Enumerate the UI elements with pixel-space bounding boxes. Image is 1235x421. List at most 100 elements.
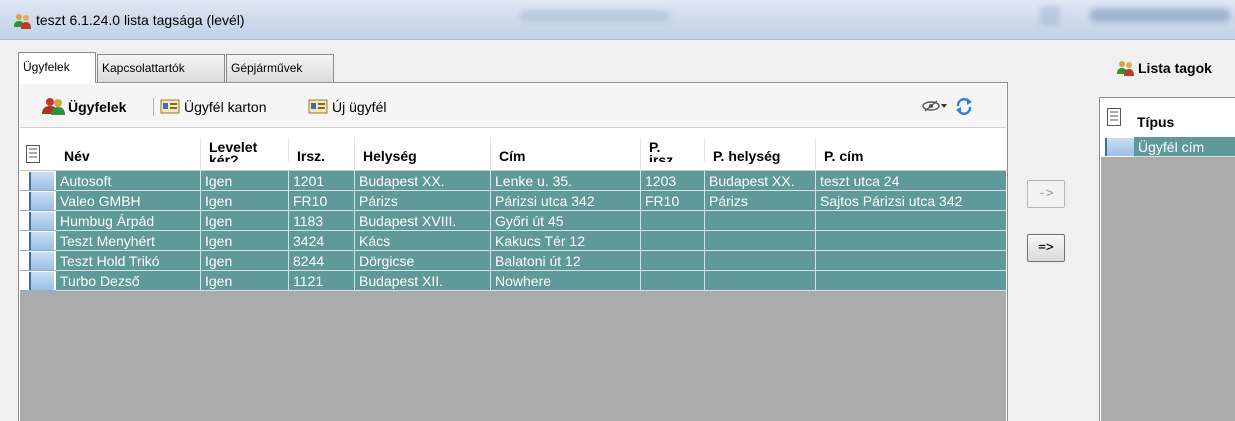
cell-p-irsz <box>641 271 705 291</box>
cell-p-helyseg <box>705 251 816 271</box>
list-members-title: Lista tagok <box>1138 60 1212 76</box>
row-selector[interactable] <box>20 271 56 291</box>
cell-nev: Turbo Dezső <box>56 271 201 291</box>
toolbar-title: Ügyfelek <box>68 99 127 115</box>
row-selector[interactable] <box>20 171 56 191</box>
row-selector[interactable] <box>20 231 56 251</box>
cell-levelet-ker: Igen <box>201 191 289 211</box>
cell-cim: Győri út 45 <box>491 211 641 231</box>
cell-p-irsz <box>641 211 705 231</box>
table-row[interactable]: Teszt Menyhért Igen 3424 Kács Kakucs Tér 12 <box>20 231 1006 251</box>
cell-cim: Nowhere <box>491 271 641 291</box>
toolbar: Ügyfelek Ügyfél karton Új ügyfél <box>20 84 1006 128</box>
eye-dropdown-icon[interactable] <box>922 97 948 115</box>
cell-p-cim <box>816 271 1006 291</box>
cell-irsz: 1183 <box>289 211 355 231</box>
tab-label: Ügyfelek <box>23 60 70 74</box>
cell-helyseg: Párizs <box>355 191 491 211</box>
column-header-irsz[interactable]: Irsz. <box>289 138 355 171</box>
cell-p-helyseg <box>705 231 816 251</box>
cell-p-helyseg <box>705 271 816 291</box>
row-selector[interactable] <box>20 211 56 231</box>
window-title-bar: teszt 6.1.24.0 lista tagsága (levél) <box>0 0 1235 40</box>
users-icon <box>14 14 31 29</box>
cell-nev: Humbug Árpád <box>56 211 201 231</box>
column-header-p-helyseg[interactable]: P. helység <box>705 138 816 171</box>
cell-nev: Teszt Menyhért <box>56 231 201 251</box>
column-header-p-cim[interactable]: P. cím <box>816 138 1006 171</box>
tab-ugyfelek[interactable]: Ügyfelek <box>18 52 96 83</box>
cell-levelet-ker: Igen <box>201 271 289 291</box>
grid-header: Típus <box>1101 104 1235 137</box>
grid-rows: Autosoft Igen 1201 Budapest XX. Lenke u. 35.… <box>20 171 1006 291</box>
cell-p-cim <box>816 231 1006 251</box>
cell-helyseg: Budapest XX. <box>355 171 491 191</box>
row-selector[interactable] <box>1101 137 1134 157</box>
cell-nev: Teszt Hold Trikó <box>56 251 201 271</box>
cell-irsz: 1201 <box>289 171 355 191</box>
tab-gepjarmuvek[interactable]: Gépjárművek <box>226 54 334 82</box>
refresh-icon[interactable] <box>954 97 974 115</box>
new-customer-button[interactable]: Új ügyfél <box>332 98 386 116</box>
column-header-cim[interactable]: Cím <box>491 138 641 171</box>
cell-helyseg: Kács <box>355 231 491 251</box>
cell-p-irsz: 1203 <box>641 171 705 191</box>
tab-kapcsolattartok[interactable]: Kapcsolattartók <box>97 54 225 82</box>
cell-cim: Balatoni út 12 <box>491 251 641 271</box>
cell-helyseg: Budapest XII. <box>355 271 491 291</box>
column-chooser-icon[interactable] <box>1107 108 1121 126</box>
grid-header: Név Levelet kér? Irsz. Helység Cím P. ir… <box>20 138 1006 171</box>
blurred-background-icon <box>1040 6 1060 26</box>
cell-levelet-ker: Igen <box>201 171 289 191</box>
cell-levelet-ker: Igen <box>201 211 289 231</box>
cell-p-helyseg: Budapest XX. <box>705 171 816 191</box>
customer-card-button[interactable]: Ügyfél karton <box>184 98 266 116</box>
cell-p-irsz <box>641 251 705 271</box>
cell-helyseg: Dörgicse <box>355 251 491 271</box>
add-selected-button[interactable]: -> <box>1027 180 1065 208</box>
customers-grid[interactable]: Név Levelet kér? Irsz. Helység Cím P. ir… <box>20 138 1006 421</box>
table-row[interactable]: Turbo Dezső Igen 1121 Budapest XII. Nowhere <box>20 271 1006 291</box>
cell-p-irsz: FR10 <box>641 191 705 211</box>
blurred-background-tab <box>520 10 670 22</box>
table-row[interactable]: Ügyfél cím <box>1101 137 1235 157</box>
cell-levelet-ker: Igen <box>201 251 289 271</box>
toolbar-separator <box>153 98 154 116</box>
column-header-p-irsz[interactable]: P. irsz. <box>641 138 705 162</box>
table-row[interactable]: Autosoft Igen 1201 Budapest XX. Lenke u. 35.… <box>20 171 1006 191</box>
cell-irsz: 3424 <box>289 231 355 251</box>
table-cell: Ügyfél cím <box>1134 137 1235 157</box>
customers-panel: Ügyfelek Ügyfél karton Új ügyfél Név Lev… <box>18 82 1008 421</box>
cell-p-helyseg <box>705 211 816 231</box>
users-icon <box>42 98 65 115</box>
table-row[interactable]: Valeo GMBH Igen FR10 Párizs Párizsi utca 342… <box>20 191 1006 211</box>
cell-nev: Valeo GMBH <box>56 191 201 211</box>
table-row[interactable]: Humbug Árpád Igen 1183 Budapest XVIII. Győri… <box>20 211 1006 231</box>
column-chooser-icon[interactable] <box>26 145 40 163</box>
cell-cim: Kakucs Tér 12 <box>491 231 641 251</box>
column-header-helyseg[interactable]: Helység <box>355 138 491 171</box>
column-header-nev[interactable]: Név <box>56 138 201 171</box>
table-row[interactable]: Teszt Hold Trikó Igen 8244 Dörgicse Balatoni… <box>20 251 1006 271</box>
tab-label: Kapcsolattartók <box>102 61 185 75</box>
cell-cim: Lenke u. 35. <box>491 171 641 191</box>
cell-p-cim <box>816 211 1006 231</box>
tab-label: Gépjárművek <box>231 61 303 75</box>
cell-p-helyseg: Párizs <box>705 191 816 211</box>
row-selector[interactable] <box>20 251 56 271</box>
cell-levelet-ker: Igen <box>201 231 289 251</box>
row-selector[interactable] <box>20 191 56 211</box>
card-icon <box>160 99 180 114</box>
column-header-levelet-ker[interactable]: Levelet kér? <box>201 138 289 162</box>
cell-p-cim: Sajtos Párizsi utca 342 <box>816 191 1006 211</box>
column-header-tipus[interactable]: Típus <box>1129 104 1235 137</box>
cell-helyseg: Budapest XVIII. <box>355 211 491 231</box>
cell-irsz: 8244 <box>289 251 355 271</box>
cell-p-cim: teszt utca 24 <box>816 171 1006 191</box>
cell-nev: Autosoft <box>56 171 201 191</box>
list-members-grid[interactable]: Típus Ügyfél cím <box>1101 104 1235 421</box>
cell-p-cim <box>816 251 1006 271</box>
users-icon <box>1117 61 1134 76</box>
add-all-button[interactable]: => <box>1027 234 1065 262</box>
window-title: teszt 6.1.24.0 lista tagsága (levél) <box>36 12 245 28</box>
